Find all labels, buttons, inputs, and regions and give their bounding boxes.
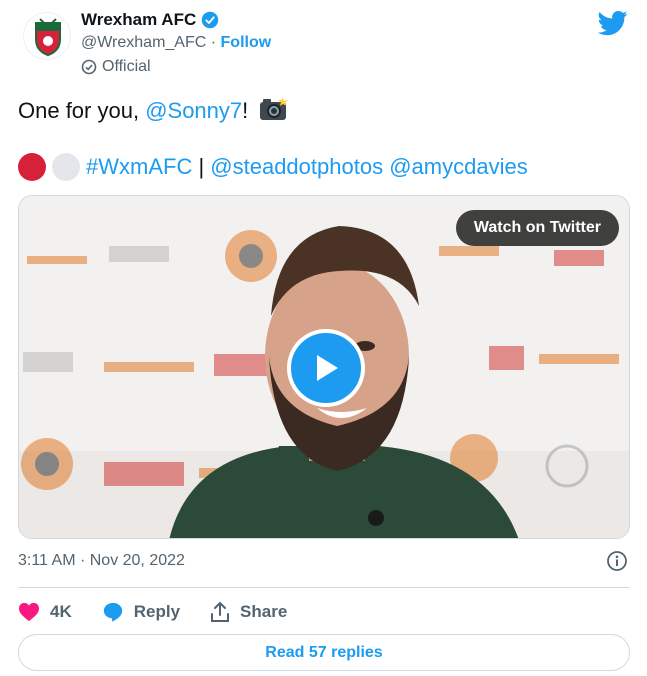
reply-button[interactable]: Reply [102,601,180,623]
play-button[interactable] [287,329,365,407]
like-count: 4K [50,602,72,621]
mention-link-videographer[interactable]: @amycdavies [389,154,528,180]
account-handle-row: @Wrexham_AFC · Follow [81,34,271,52]
share-icon [211,602,230,622]
account-handle[interactable]: @Wrexham_AFC [81,34,206,51]
reply-label: Reply [133,602,181,621]
avatar[interactable] [23,12,71,60]
pipe-separator: | [192,154,211,179]
official-check-icon [81,59,97,75]
official-label: Official [102,58,151,75]
tweet-text-line-2: #WxmAFC | @steaddotphotos @amycdavies [18,153,528,181]
play-icon [317,355,338,381]
verified-badge-icon [202,11,219,29]
wrexham-crest-icon [35,18,61,57]
twitter-bird-icon[interactable] [598,8,628,38]
share-button[interactable]: Share [210,601,287,623]
video-player[interactable]: Watch on Twitter [18,195,630,539]
watch-on-twitter-button[interactable]: Watch on Twitter [455,210,619,246]
tweet-timestamp[interactable]: 3:11 AM · Nov 20, 2022 [18,552,185,570]
tweet-text-prefix: One for you, [18,98,146,123]
tweet-text-line-1: One for you, @Sonny7! [18,96,289,128]
action-bar: 4K Reply Share [18,598,317,626]
account-name-row: Wrexham AFC [81,10,219,30]
hashtag-link[interactable]: #WxmAFC [86,154,192,180]
heart-icon [19,602,39,622]
mention-link-photographer[interactable]: @steaddotphotos [210,154,383,180]
red-circle-emoji [18,153,46,181]
share-label: Share [240,602,288,621]
official-label-row: Official [81,58,151,76]
tweet-text-suffix: ! [242,98,249,123]
read-replies-button[interactable]: Read 57 replies [18,634,630,671]
like-button[interactable]: 4K [18,602,72,622]
white-circle-emoji [52,153,80,181]
mention-link[interactable]: @Sonny7 [145,98,242,123]
follow-button[interactable]: Follow [221,34,272,51]
info-icon[interactable] [606,550,628,572]
account-name[interactable]: Wrexham AFC [81,10,196,30]
handle-separator: · [206,34,221,51]
reply-bubble-icon [103,602,122,622]
divider [18,587,630,588]
camera-flash-emoji [258,96,289,128]
